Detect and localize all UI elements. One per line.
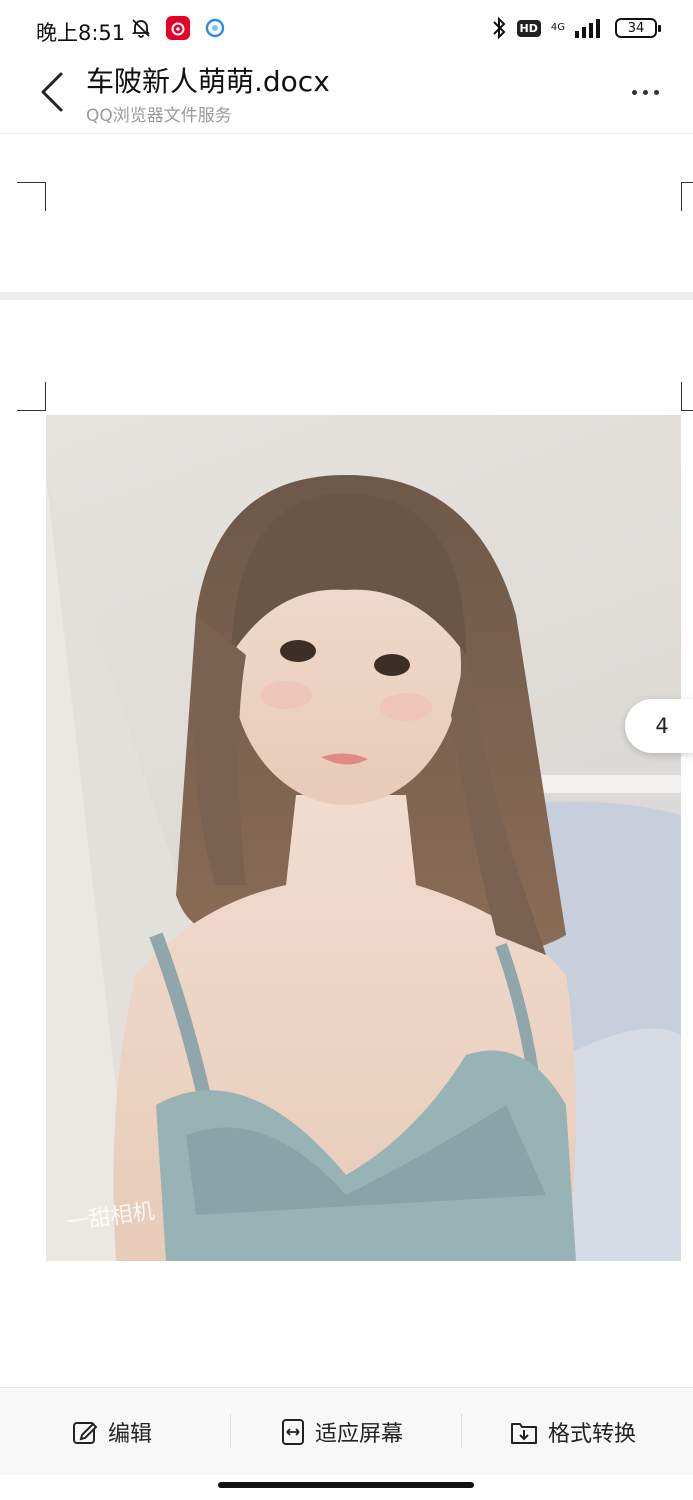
- back-button[interactable]: [30, 66, 74, 118]
- document-title: 车陂新人萌萌.docx: [86, 65, 330, 98]
- page-indicator[interactable]: 4: [625, 699, 693, 753]
- more-button[interactable]: [623, 74, 667, 110]
- page-separator: [0, 292, 693, 300]
- crop-mark: [681, 382, 693, 411]
- document-subtitle: QQ浏览器文件服务: [86, 106, 232, 126]
- edit-icon: [73, 1422, 98, 1444]
- fit-screen-button[interactable]: 适应屏幕: [281, 1414, 403, 1450]
- document-viewer[interactable]: 一甜相机 4: [0, 134, 693, 1387]
- crop-mark: [17, 182, 46, 211]
- network-type: 4G: [550, 22, 565, 33]
- format-convert-button[interactable]: 格式转换: [510, 1414, 636, 1450]
- back-icon: [41, 72, 63, 112]
- fit-screen-label: 适应屏幕: [315, 1422, 404, 1447]
- edit-label: 编辑: [108, 1422, 153, 1447]
- toolbar-divider: [230, 1414, 231, 1448]
- netease-music-icon: [166, 16, 190, 40]
- hd-badge: HD: [516, 19, 541, 37]
- home-indicator[interactable]: [218, 1482, 474, 1488]
- crop-mark: [681, 182, 693, 211]
- qq-browser-icon: [204, 17, 226, 39]
- format-convert-label: 格式转换: [548, 1422, 637, 1447]
- mute-bell-icon: [130, 17, 152, 39]
- format-convert-icon: [511, 1423, 537, 1444]
- battery-indicator: 34: [615, 18, 661, 38]
- status-time: 晚上8:51: [36, 21, 126, 45]
- status-bar: 晚上8:51 HD 4G 34: [0, 0, 693, 56]
- toolbar-divider: [461, 1414, 462, 1448]
- status-icons-left: [130, 16, 226, 40]
- title-bar: 车陂新人萌萌.docx QQ浏览器文件服务: [0, 56, 693, 134]
- status-icons-right: HD 4G 34: [491, 16, 661, 40]
- signal-icon: [575, 18, 605, 38]
- bottom-toolbar: 编辑 适应屏幕 格式转换: [0, 1387, 693, 1475]
- document-photo[interactable]: 一甜相机: [46, 415, 681, 1261]
- more-icon: [631, 89, 637, 95]
- crop-mark: [17, 382, 46, 411]
- bluetooth-icon: [491, 16, 507, 40]
- fit-screen-icon: [282, 1419, 304, 1445]
- edit-button[interactable]: 编辑: [72, 1414, 152, 1450]
